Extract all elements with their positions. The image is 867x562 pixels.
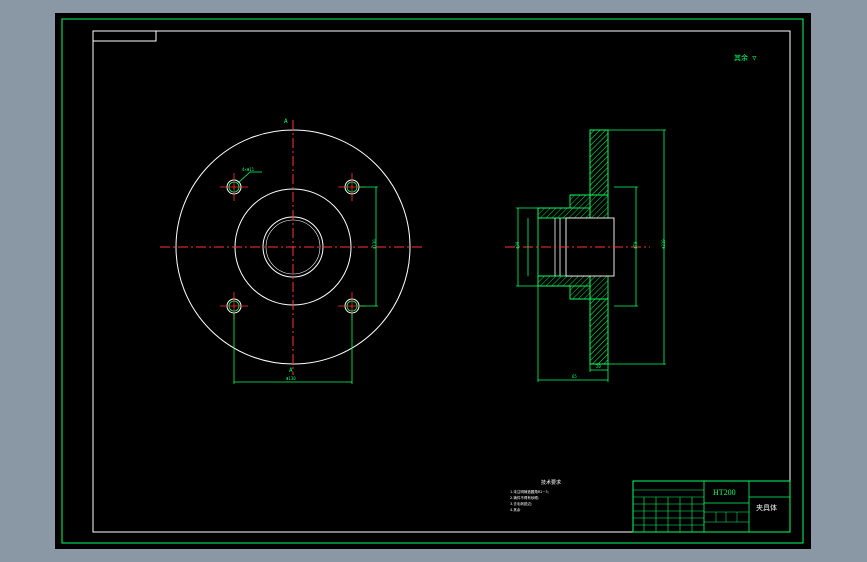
dim-length-text: 65: [572, 374, 577, 379]
tech-req-line-4: 4.其余: [510, 507, 521, 512]
tech-req-title: 技术要求: [541, 479, 561, 486]
dim-vertical-text: Φ130: [372, 239, 377, 249]
material-text: HT200: [713, 488, 736, 497]
part-name-text: 夹具体: [756, 503, 777, 512]
dim-bore-text: Φ70: [633, 241, 638, 249]
tech-req-line-2: 2.铸件不得有砂眼;: [510, 495, 539, 500]
dim-outer-text: Φ210: [661, 239, 666, 249]
dim-left-text: Φ90: [515, 241, 520, 249]
cad-drawing-canvas[interactable]: 其余 ▽ A A 4×Φ11 Φ130 Φ130 Φ210 Φ70 Φ90 65…: [0, 0, 867, 562]
tech-req-line-1: 1.未注明铸造圆角R2~3;: [510, 489, 549, 494]
tech-req-line-3: 3.去毛刺锐边;: [510, 501, 532, 506]
hole-callout-text: 4×Φ11: [242, 167, 255, 172]
model-space-viewport[interactable]: [55, 13, 811, 549]
section-label-top: A: [284, 118, 288, 125]
roughness-note: 其余 ▽: [734, 53, 757, 62]
dim-horizontal-text: Φ130: [286, 376, 296, 381]
title-block[interactable]: HT200 夹具体: [632, 480, 791, 533]
section-label-bottom: A: [289, 367, 293, 374]
dim-thickness-text: 20: [596, 364, 601, 369]
